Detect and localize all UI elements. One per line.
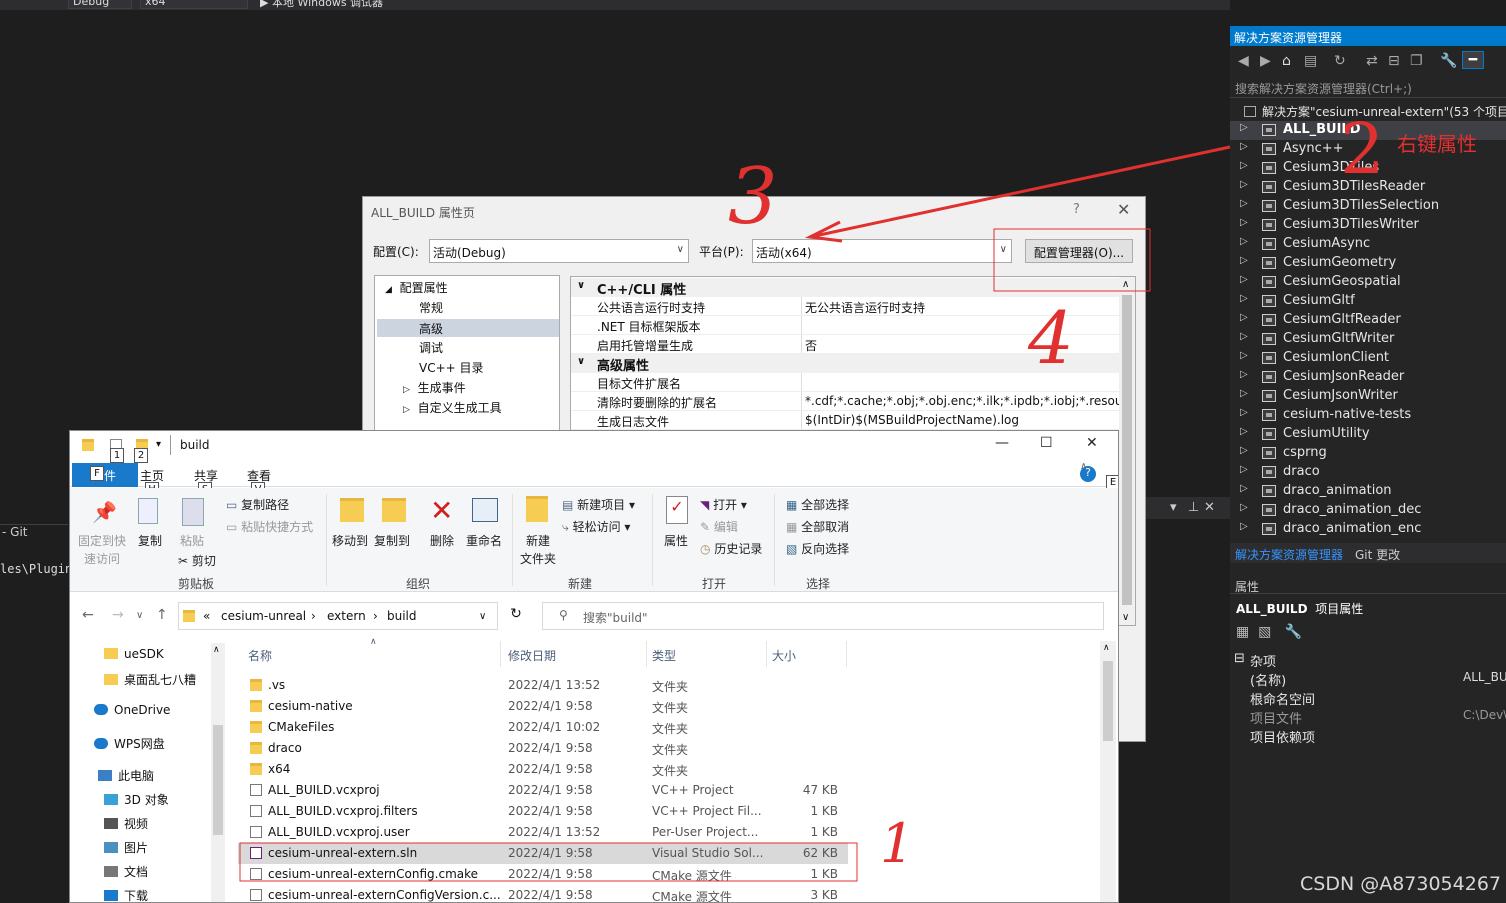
annotation-box-sln-file <box>239 842 858 882</box>
annotation-number-1: 1 <box>880 812 915 875</box>
annotation-number-2: 2 <box>1340 108 1385 190</box>
watermark: CSDN @A873054267 <box>1300 873 1502 895</box>
annotation-number-4: 4 <box>1028 296 1074 380</box>
annotation-number-3: 3 <box>728 152 778 242</box>
annotation-overlay <box>239 145 1231 882</box>
annotation-arrow <box>809 145 1231 239</box>
annotation-right-click: 右键属性 <box>1397 132 1477 156</box>
annotation-box-config-manager <box>993 228 1151 292</box>
